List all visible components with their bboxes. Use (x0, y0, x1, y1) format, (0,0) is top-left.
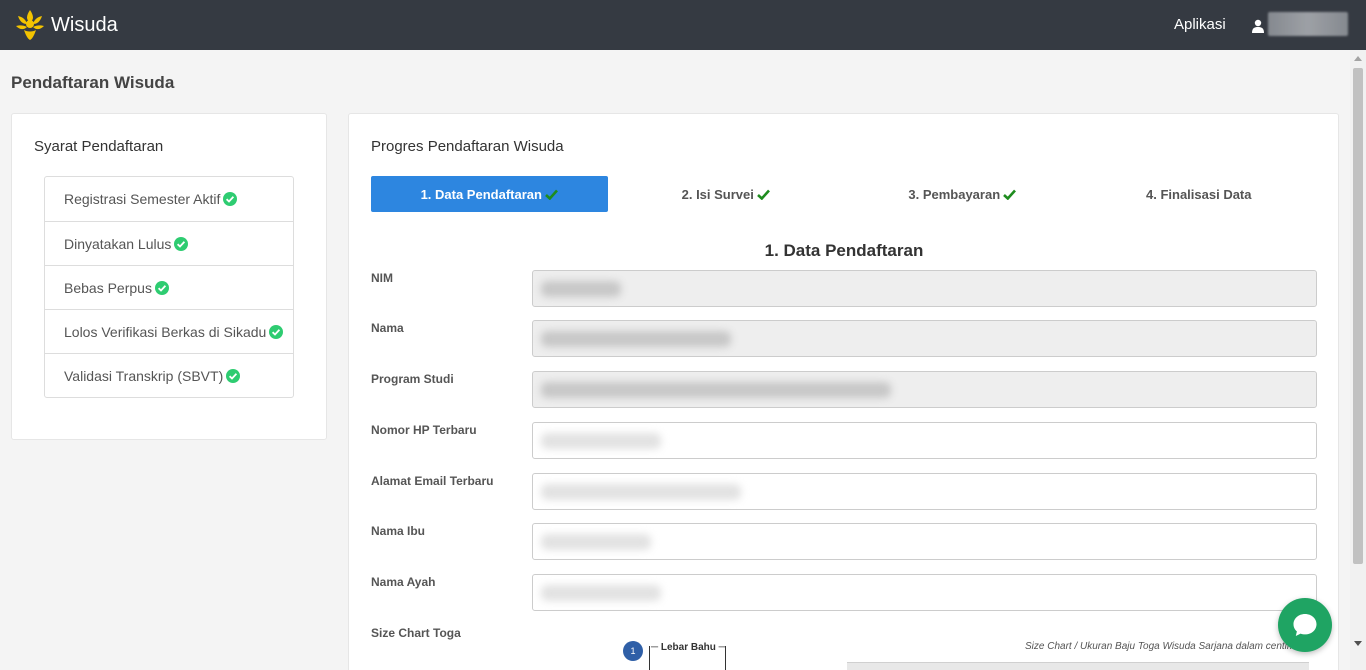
user-name-redacted (1268, 12, 1348, 36)
check-icon (545, 189, 558, 200)
nama-input[interactable] (532, 320, 1317, 357)
requirement-item: Validasi Transkrip (SBVT) (45, 353, 293, 397)
check-circle-icon (174, 236, 189, 251)
program-studi-input[interactable] (532, 371, 1317, 408)
step-isi-survei[interactable]: 2. Isi Survei (608, 176, 845, 212)
requirement-label: Lolos Verifikasi Berkas di Sikadu (64, 323, 267, 340)
chat-bubble-icon (1293, 614, 1317, 636)
scroll-up-arrow-icon[interactable] (1354, 56, 1362, 61)
field-label: Alamat Email Terbaru (371, 474, 494, 488)
nama-ayah-input[interactable] (532, 574, 1317, 611)
field-label: NIM (371, 271, 393, 285)
form-row-nama-ayah: Nama Ayah (371, 574, 1317, 611)
brand-name: Wisuda (51, 13, 118, 36)
nav-apps-link[interactable]: Aplikasi (1174, 16, 1226, 33)
size-chart-label: Size Chart Toga (371, 626, 461, 640)
form-row-nama-ibu: Nama Ibu (371, 523, 1317, 560)
requirement-label: Validasi Transkrip (SBVT) (64, 367, 224, 384)
step-label: 1. Data Pendaftaran (420, 186, 542, 202)
nama-ibu-input[interactable] (532, 523, 1317, 560)
form-row-email: Alamat Email Terbaru (371, 473, 1317, 510)
requirement-item: Dinyatakan Lulus (45, 221, 293, 265)
top-navbar: Wisuda Aplikasi (0, 0, 1366, 50)
user-menu[interactable] (1252, 12, 1348, 36)
bracket-line (649, 646, 650, 670)
check-circle-icon (226, 368, 241, 383)
progress-card: Progres Pendaftaran Wisuda 1. Data Penda… (348, 113, 1339, 670)
check-circle-icon (223, 192, 238, 206)
check-icon (756, 189, 770, 200)
nomor-hp-input[interactable] (532, 422, 1317, 459)
user-icon (1252, 19, 1264, 33)
page-scrollbar[interactable] (1350, 50, 1366, 670)
requirement-item: Registrasi Semester Aktif (45, 177, 293, 221)
field-label: Nomor HP Terbaru (371, 423, 477, 437)
check-circle-icon (154, 280, 169, 295)
progress-title: Progres Pendaftaran Wisuda (371, 138, 564, 155)
size-chart-image: 1 ─ Lebar Bahu ─ Size Chart / Ukuran Baj… (533, 634, 1318, 670)
field-label: Program Studi (371, 372, 454, 386)
chat-button[interactable] (1278, 598, 1332, 652)
requirements-title: Syarat Pendaftaran (34, 138, 164, 155)
form-row-nim: NIM (371, 270, 1317, 307)
form-row-nama: Nama (371, 320, 1317, 357)
nim-input[interactable] (532, 270, 1317, 307)
university-logo-icon (16, 10, 44, 40)
size-chart-caption: Size Chart / Ukuran Baju Toga Wisuda Sar… (1025, 641, 1313, 652)
requirement-label: Registrasi Semester Aktif (64, 191, 221, 207)
section-title: 1. Data Pendaftaran (764, 241, 924, 260)
field-label: Nama Ayah (371, 575, 436, 589)
page-title: Pendaftaran Wisuda (11, 73, 175, 92)
step-label: 4. Finalisasi Data (1146, 186, 1252, 202)
requirements-list: Registrasi Semester Aktif Dinyatakan Lul… (44, 176, 294, 398)
form-row-program-studi: Program Studi (371, 371, 1317, 408)
step-data-pendaftaran[interactable]: 1. Data Pendaftaran (371, 176, 608, 212)
requirement-item: Lolos Verifikasi Berkas di Sikadu (45, 309, 293, 353)
scroll-down-arrow-icon[interactable] (1354, 641, 1362, 646)
requirement-label: Dinyatakan Lulus (64, 235, 172, 252)
step-label: 3. Pembayaran (908, 186, 1001, 202)
shoulder-width-label: ─ Lebar Bahu ─ (651, 642, 726, 653)
scrollbar-thumb[interactable] (1353, 68, 1363, 564)
field-label: Nama Ibu (371, 524, 426, 538)
progress-steps: 1. Data Pendaftaran 2. Isi Survei 3. Pem… (371, 176, 1317, 212)
email-input[interactable] (532, 473, 1317, 510)
requirements-card: Syarat Pendaftaran Registrasi Semester A… (11, 113, 327, 440)
size-chart-table (847, 662, 1309, 670)
field-label: Nama (371, 321, 404, 335)
check-circle-icon (269, 324, 284, 339)
step-finalisasi-data[interactable]: 4. Finalisasi Data (1081, 176, 1318, 212)
brand-link[interactable]: Wisuda (14, 8, 118, 42)
size-chart-badge: 1 (623, 641, 643, 661)
step-pembayaran[interactable]: 3. Pembayaran (844, 176, 1081, 212)
step-label: 2. Isi Survei (681, 186, 754, 202)
requirement-item: Bebas Perpus (45, 265, 293, 309)
check-icon (1003, 189, 1017, 200)
form-row-nomor-hp: Nomor HP Terbaru (371, 422, 1317, 459)
requirement-label: Bebas Perpus (64, 279, 152, 296)
